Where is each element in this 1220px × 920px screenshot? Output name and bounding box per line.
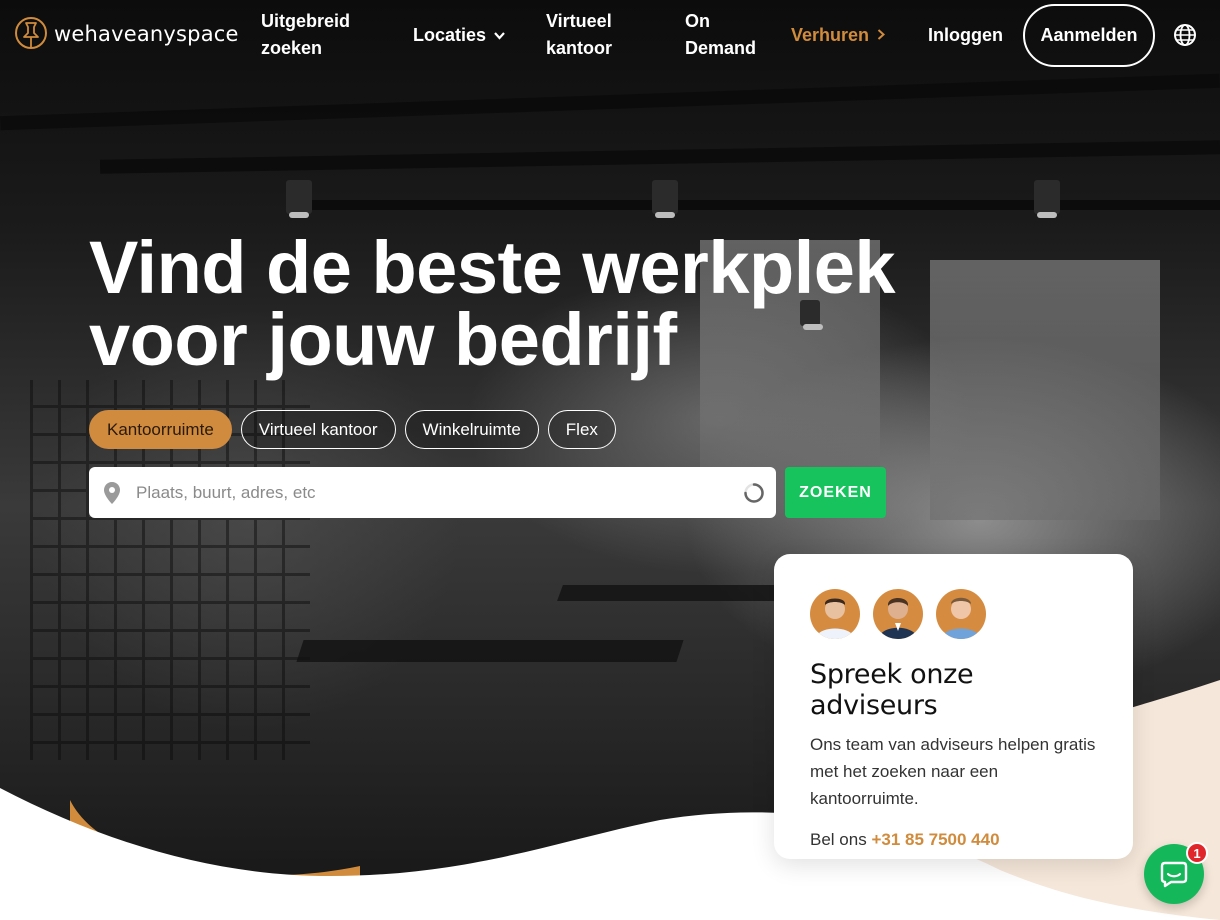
pill-retail-space[interactable]: Winkelruimte (404, 410, 539, 449)
brand-name: wehaveanyspace (54, 22, 239, 46)
hero-headline-line2: voor jouw bedrijf (89, 298, 677, 381)
nav-locations-label: Locaties (413, 25, 487, 45)
top-nav: wehaveanyspace Uitgebreid zoeken Locatie… (0, 0, 1220, 72)
signup-button[interactable]: Aanmelden (1023, 4, 1155, 67)
nav-rent-out[interactable]: Verhuren (791, 22, 886, 49)
call-prefix: Bel ons (810, 830, 867, 849)
advisor-card-call: Bel ons +31 85 7500 440 (810, 830, 1098, 850)
nav-virtual-office[interactable]: Virtueel kantoor (546, 8, 612, 62)
chat-icon (1160, 861, 1188, 888)
map-pin-icon (104, 481, 120, 504)
pill-office-space[interactable]: Kantoorruimte (89, 410, 232, 449)
avatar (936, 589, 986, 639)
search-button[interactable]: ZOEKEN (785, 467, 886, 518)
search-bar (89, 467, 776, 518)
chat-badge: 1 (1186, 842, 1208, 864)
logo-pin-icon (15, 17, 47, 49)
phone-link[interactable]: +31 85 7500 440 (871, 830, 999, 849)
advisor-avatars (810, 589, 1098, 639)
chevron-right-icon (877, 22, 886, 49)
advisor-card-text: Ons team van adviseurs helpen gratis met… (810, 735, 1096, 808)
nav-advanced-search[interactable]: Uitgebreid zoeken (261, 8, 350, 62)
advisor-card: Spreek onze adviseurs Ons team van advis… (774, 554, 1133, 859)
globe-icon[interactable] (1173, 23, 1197, 47)
category-pills: Kantoorruimte Virtueel kantoor Winkelrui… (89, 410, 616, 449)
spinner-icon (744, 482, 764, 503)
avatar (873, 589, 923, 639)
nav-login[interactable]: Inloggen (928, 22, 1003, 49)
nav-locations[interactable]: Locaties (413, 22, 505, 49)
search-input[interactable] (136, 482, 743, 503)
chevron-down-icon (494, 22, 505, 49)
pill-flex[interactable]: Flex (547, 410, 616, 449)
hero-headline-line1: Vind de beste werkplek (89, 226, 896, 309)
advisor-card-title: Spreek onze adviseurs (810, 659, 974, 721)
logo[interactable]: wehaveanyspace (15, 17, 239, 51)
nav-on-demand[interactable]: On Demand (685, 8, 756, 62)
hero-headline: Vind de beste werkplek voor jouw bedrijf (89, 226, 896, 381)
pill-virtual-office[interactable]: Virtueel kantoor (240, 410, 396, 449)
avatar (810, 589, 860, 639)
nav-rent-out-label: Verhuren (791, 25, 870, 45)
